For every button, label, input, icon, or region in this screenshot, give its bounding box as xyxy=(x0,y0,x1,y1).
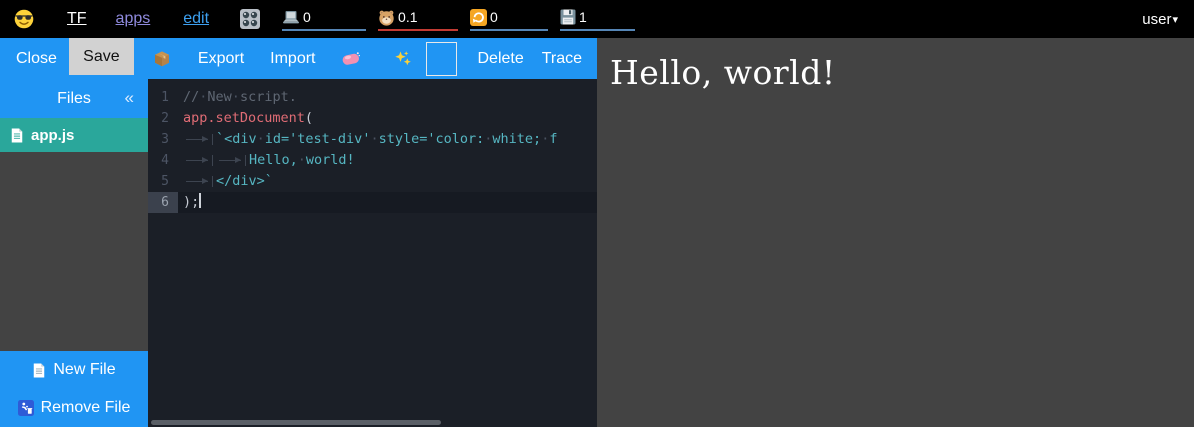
code-token: </div>` xyxy=(216,173,273,189)
file-item-appjs[interactable]: app.js xyxy=(0,118,148,152)
hamster-stat-value: 0.1 xyxy=(398,9,417,25)
app-window: TF apps edit xyxy=(0,0,1194,427)
files-header-title: Files xyxy=(57,90,91,108)
tab-marker xyxy=(216,150,249,169)
code-token: Hello, xyxy=(249,152,298,168)
code-token: // xyxy=(183,89,199,105)
remove-file-button[interactable]: Remove File xyxy=(0,389,148,427)
text-cursor xyxy=(199,193,201,208)
code-token: ( xyxy=(305,110,313,126)
toolbar-input[interactable] xyxy=(426,42,457,76)
code-token: ); xyxy=(183,194,199,210)
refresh-icon xyxy=(470,9,487,26)
cpu-stat-field[interactable]: 0 xyxy=(282,7,366,31)
code-line[interactable]: 5 </div>` xyxy=(148,171,597,192)
code-lines: 1//·New·script.2app.setDocument(3`<div·i… xyxy=(148,79,597,213)
editor-toolbar: Close Save Export Import xyxy=(0,38,597,79)
line-number: 6 xyxy=(148,192,178,213)
files-header: Files « xyxy=(0,79,148,118)
control-knobs-icon[interactable] xyxy=(239,8,261,30)
horizontal-scrollbar[interactable] xyxy=(151,420,441,425)
line-number: 3 xyxy=(148,129,178,150)
code-token: id='test-div' xyxy=(265,131,371,147)
user-menu[interactable]: user▾ xyxy=(1142,11,1178,28)
code-line[interactable]: 4Hello,·world! xyxy=(148,150,597,171)
file-actions: New File Remove File xyxy=(0,351,148,427)
code-token: style='color: xyxy=(379,131,485,147)
status-fields: 0 0.1 xyxy=(282,7,635,31)
chevron-down-icon: ▾ xyxy=(1172,13,1178,26)
import-button[interactable]: Import xyxy=(270,50,315,68)
code-token: New xyxy=(207,89,231,105)
tab-marker xyxy=(183,171,216,190)
code-text: `<div·id='test-div'·style='color:·white;… xyxy=(178,129,597,150)
trace-button[interactable]: Trace xyxy=(542,50,582,68)
code-token: script. xyxy=(240,89,297,105)
package-icon[interactable] xyxy=(153,50,171,67)
sunglasses-face-icon[interactable] xyxy=(14,9,34,29)
code-text: //·New·script. xyxy=(178,87,597,108)
remove-file-label: Remove File xyxy=(41,399,131,417)
code-token: white; xyxy=(492,131,541,147)
code-token: app.setDocument xyxy=(183,110,305,126)
new-file-label: New File xyxy=(53,361,115,379)
new-file-button[interactable]: New File xyxy=(0,351,148,389)
code-line[interactable]: 6); xyxy=(148,192,597,213)
code-token: · xyxy=(232,89,240,105)
code-line[interactable]: 1//·New·script. xyxy=(148,87,597,108)
code-text: </div>` xyxy=(178,171,597,192)
hamster-icon xyxy=(378,9,395,26)
code-text: Hello,·world! xyxy=(178,150,597,171)
tab-marker xyxy=(183,150,216,169)
preview-pane: Hello, world! xyxy=(597,38,1194,427)
code-token: world! xyxy=(306,152,355,168)
user-menu-label: user xyxy=(1142,11,1171,28)
file-name: app.js xyxy=(31,127,74,144)
line-number: 2 xyxy=(148,108,178,129)
close-button[interactable]: Close xyxy=(16,50,57,68)
code-token: · xyxy=(370,131,378,147)
nav-link-apps[interactable]: apps xyxy=(116,10,151,28)
code-token: f xyxy=(549,131,557,147)
preview-heading: Hello, world! xyxy=(610,53,1194,92)
code-line[interactable]: 2app.setDocument( xyxy=(148,108,597,129)
remove-file-icon xyxy=(18,400,34,416)
tab-marker xyxy=(183,129,216,148)
nav-link-edit[interactable]: edit xyxy=(183,10,209,28)
cpu-stat-value: 0 xyxy=(303,9,311,25)
soap-icon[interactable] xyxy=(341,50,361,67)
refresh-stat-field[interactable]: 0 xyxy=(470,7,548,31)
line-number: 4 xyxy=(148,150,178,171)
laptop-icon xyxy=(282,10,300,25)
floppy-icon xyxy=(560,9,576,25)
hamster-stat-field[interactable]: 0.1 xyxy=(378,7,458,31)
file-page-icon xyxy=(10,127,24,144)
export-button[interactable]: Export xyxy=(198,50,244,68)
floppy-stat-field[interactable]: 1 xyxy=(560,7,635,31)
nav-link-tf[interactable]: TF xyxy=(67,10,87,28)
line-number: 1 xyxy=(148,87,178,108)
line-number: 5 xyxy=(148,171,178,192)
save-button[interactable]: Save xyxy=(69,38,134,75)
floppy-stat-value: 1 xyxy=(579,9,587,25)
new-file-icon xyxy=(32,362,46,379)
delete-button[interactable]: Delete xyxy=(478,50,524,68)
top-bar: TF apps edit xyxy=(0,0,1194,38)
collapse-sidebar-button[interactable]: « xyxy=(125,88,134,108)
code-token: `<div xyxy=(216,131,257,147)
code-editor[interactable]: 1//·New·script.2app.setDocument(3`<div·i… xyxy=(148,79,597,427)
code-text: ); xyxy=(178,192,597,213)
code-token: · xyxy=(257,131,265,147)
code-token: · xyxy=(298,152,306,168)
code-line[interactable]: 3`<div·id='test-div'·style='color:·white… xyxy=(148,129,597,150)
code-text: app.setDocument( xyxy=(178,108,597,129)
refresh-stat-value: 0 xyxy=(490,9,498,25)
sparkles-icon[interactable] xyxy=(394,50,412,68)
files-sidebar: Files « app.js xyxy=(0,79,148,427)
